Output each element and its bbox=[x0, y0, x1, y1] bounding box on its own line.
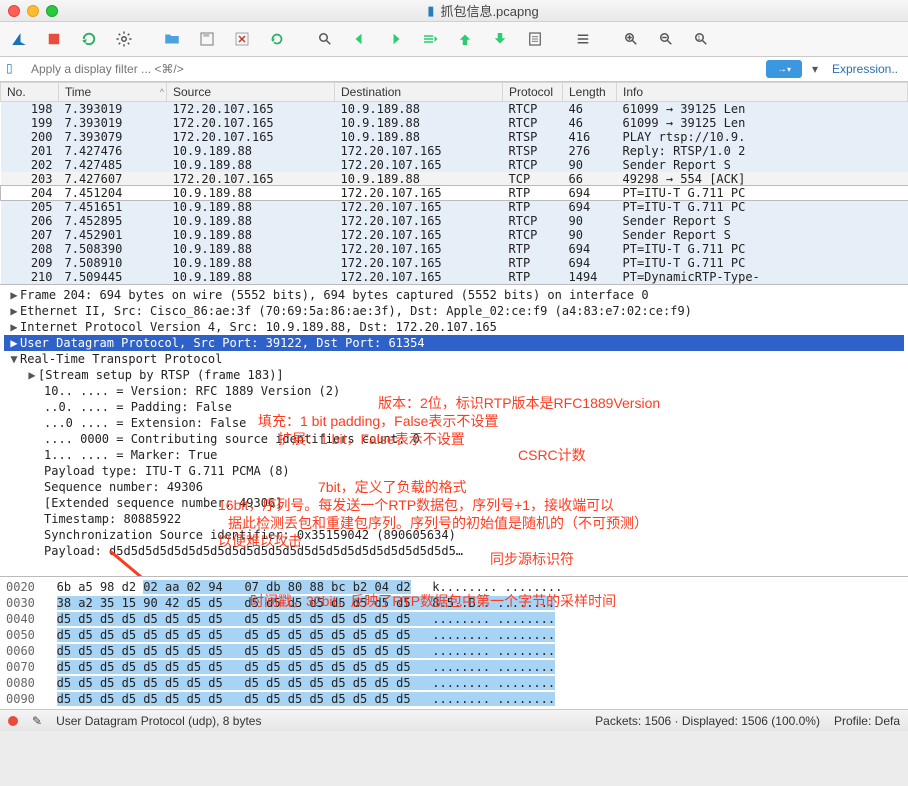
detail-ip[interactable]: ▶Internet Protocol Version 4, Src: 10.9.… bbox=[4, 319, 904, 335]
go-last-button[interactable] bbox=[487, 26, 513, 52]
col-info[interactable]: Info bbox=[617, 83, 908, 102]
hex-row: 0030 38 a2 35 15 90 42 d5 d5 d5 d5 d5 d5… bbox=[6, 595, 902, 611]
table-row[interactable]: 2047.45120410.9.189.88172.20.107.165RTP6… bbox=[1, 186, 908, 200]
hex-dump-pane[interactable]: 0020 6b a5 98 d2 02 aa 02 94 07 db 80 88… bbox=[0, 576, 908, 709]
col-protocol[interactable]: Protocol bbox=[503, 83, 563, 102]
traffic-lights bbox=[8, 5, 58, 17]
go-to-packet-button[interactable] bbox=[417, 26, 443, 52]
hex-row: 0070 d5 d5 d5 d5 d5 d5 d5 d5 d5 d5 d5 d5… bbox=[6, 659, 902, 675]
document-icon: ▮ bbox=[427, 3, 434, 19]
go-back-button[interactable] bbox=[347, 26, 373, 52]
filter-dropdown-button[interactable]: ▾ bbox=[808, 62, 822, 76]
col-no[interactable]: No. bbox=[1, 83, 59, 102]
close-file-button[interactable] bbox=[229, 26, 255, 52]
table-row[interactable]: 2007.393079172.20.107.16510.9.189.88RTSP… bbox=[1, 130, 908, 144]
table-row[interactable]: 1987.393019172.20.107.16510.9.189.88RTCP… bbox=[1, 102, 908, 117]
table-row[interactable]: 2077.45290110.9.189.88172.20.107.165RTCP… bbox=[1, 228, 908, 242]
hex-row: 0050 d5 d5 d5 d5 d5 d5 d5 d5 d5 d5 d5 d5… bbox=[6, 627, 902, 643]
zoom-window-icon[interactable] bbox=[46, 5, 58, 17]
hex-row: 0080 d5 d5 d5 d5 d5 d5 d5 d5 d5 d5 d5 d5… bbox=[6, 675, 902, 691]
expression-button[interactable]: Expression.. bbox=[828, 62, 902, 76]
find-packet-button[interactable] bbox=[312, 26, 338, 52]
hex-row: 0040 d5 d5 d5 d5 d5 d5 d5 d5 d5 d5 d5 d5… bbox=[6, 611, 902, 627]
go-forward-button[interactable] bbox=[382, 26, 408, 52]
detail-timestamp[interactable]: Timestamp: 80885922 bbox=[4, 511, 904, 527]
packet-list-table[interactable]: No. Time^ Source Destination Protocol Le… bbox=[0, 82, 908, 284]
zoom-out-button[interactable] bbox=[653, 26, 679, 52]
bookmark-icon[interactable]: ▯ bbox=[6, 61, 22, 77]
detail-eth[interactable]: ▶Ethernet II, Src: Cisco_86:ae:3f (70:69… bbox=[4, 303, 904, 319]
hex-row: 0060 d5 d5 d5 d5 d5 d5 d5 d5 d5 d5 d5 d5… bbox=[6, 643, 902, 659]
table-row[interactable]: 2027.42748510.9.189.88172.20.107.165RTCP… bbox=[1, 158, 908, 172]
col-source[interactable]: Source bbox=[167, 83, 335, 102]
main-toolbar: 1 bbox=[0, 22, 908, 57]
edit-icon[interactable]: ✎ bbox=[32, 714, 42, 728]
table-row[interactable]: 2017.42747610.9.189.88172.20.107.165RTSP… bbox=[1, 144, 908, 158]
detail-seq[interactable]: Sequence number: 49306 bbox=[4, 479, 904, 495]
detail-padding[interactable]: ..0. .... = Padding: False bbox=[4, 399, 904, 415]
hex-row: 0090 d5 d5 d5 d5 d5 d5 d5 d5 d5 d5 d5 d5… bbox=[6, 691, 902, 707]
detail-payload-type[interactable]: Payload type: ITU-T G.711 PCMA (8) bbox=[4, 463, 904, 479]
table-row[interactable]: 2107.50944510.9.189.88172.20.107.165RTP1… bbox=[1, 270, 908, 284]
status-profile[interactable]: Profile: Defa bbox=[834, 714, 900, 728]
col-time[interactable]: Time^ bbox=[59, 83, 167, 102]
colorize-button[interactable] bbox=[570, 26, 596, 52]
close-window-icon[interactable] bbox=[8, 5, 20, 17]
packet-list-header[interactable]: No. Time^ Source Destination Protocol Le… bbox=[1, 83, 908, 102]
col-destination[interactable]: Destination bbox=[335, 83, 503, 102]
go-first-button[interactable] bbox=[452, 26, 478, 52]
detail-marker[interactable]: 1... .... = Marker: True bbox=[4, 447, 904, 463]
open-file-button[interactable] bbox=[159, 26, 185, 52]
expert-info-icon[interactable] bbox=[8, 716, 18, 726]
table-row[interactable]: 2037.427607172.20.107.16510.9.189.88TCP6… bbox=[1, 172, 908, 186]
shark-fin-icon[interactable] bbox=[6, 26, 32, 52]
status-proto: User Datagram Protocol (udp), 8 bytes bbox=[56, 714, 261, 728]
zoom-in-button[interactable] bbox=[618, 26, 644, 52]
detail-ext-seq[interactable]: [Extended sequence number: 49306] bbox=[4, 495, 904, 511]
titlebar: ▮ 抓包信息.pcapng bbox=[0, 0, 908, 22]
detail-stream[interactable]: ▶[Stream setup by RTSP (frame 183)] bbox=[4, 367, 904, 383]
minimize-window-icon[interactable] bbox=[27, 5, 39, 17]
packet-list-pane[interactable]: No. Time^ Source Destination Protocol Le… bbox=[0, 82, 908, 284]
detail-extension[interactable]: ...0 .... = Extension: False bbox=[4, 415, 904, 431]
auto-scroll-button[interactable] bbox=[522, 26, 548, 52]
detail-udp[interactable]: ▶User Datagram Protocol, Src Port: 39122… bbox=[4, 335, 904, 351]
stop-capture-button[interactable] bbox=[41, 26, 67, 52]
detail-ssrc[interactable]: Synchronization Source identifier: 0x351… bbox=[4, 527, 904, 543]
table-row[interactable]: 1997.393019172.20.107.16510.9.189.88RTCP… bbox=[1, 116, 908, 130]
save-button[interactable] bbox=[194, 26, 220, 52]
detail-frame[interactable]: ▶Frame 204: 694 bytes on wire (5552 bits… bbox=[4, 287, 904, 303]
detail-payload[interactable]: Payload: d5d5d5d5d5d5d5d5d5d5d5d5d5d5d5d… bbox=[4, 543, 904, 559]
detail-cc[interactable]: .... 0000 = Contributing source identifi… bbox=[4, 431, 904, 447]
capture-options-button[interactable] bbox=[111, 26, 137, 52]
table-row[interactable]: 2087.50839010.9.189.88172.20.107.165RTP6… bbox=[1, 242, 908, 256]
filter-bar: ▯ → ▾ ▾ Expression.. bbox=[0, 57, 908, 82]
window-title: 抓包信息.pcapng bbox=[440, 1, 538, 20]
status-bar: ✎ User Datagram Protocol (udp), 8 bytes … bbox=[0, 709, 908, 731]
table-row[interactable]: 2067.45289510.9.189.88172.20.107.165RTCP… bbox=[1, 214, 908, 228]
table-row[interactable]: 2097.50891010.9.189.88172.20.107.165RTP6… bbox=[1, 256, 908, 270]
col-length[interactable]: Length bbox=[563, 83, 617, 102]
hex-row: 0020 6b a5 98 d2 02 aa 02 94 07 db 80 88… bbox=[6, 579, 902, 595]
packet-details-pane[interactable]: ▶Frame 204: 694 bytes on wire (5552 bits… bbox=[0, 284, 908, 576]
zoom-reset-button[interactable]: 1 bbox=[688, 26, 714, 52]
reload-file-button[interactable] bbox=[264, 26, 290, 52]
detail-rtp[interactable]: ▼Real-Time Transport Protocol bbox=[4, 351, 904, 367]
apply-filter-button[interactable]: → ▾ bbox=[766, 60, 802, 78]
table-row[interactable]: 2057.45165110.9.189.88172.20.107.165RTP6… bbox=[1, 200, 908, 214]
display-filter-input[interactable] bbox=[28, 59, 760, 79]
detail-version[interactable]: 10.. .... = Version: RFC 1889 Version (2… bbox=[4, 383, 904, 399]
status-packets: Packets: 1506 · Displayed: 1506 (100.0%) bbox=[595, 714, 820, 728]
restart-capture-button[interactable] bbox=[76, 26, 102, 52]
